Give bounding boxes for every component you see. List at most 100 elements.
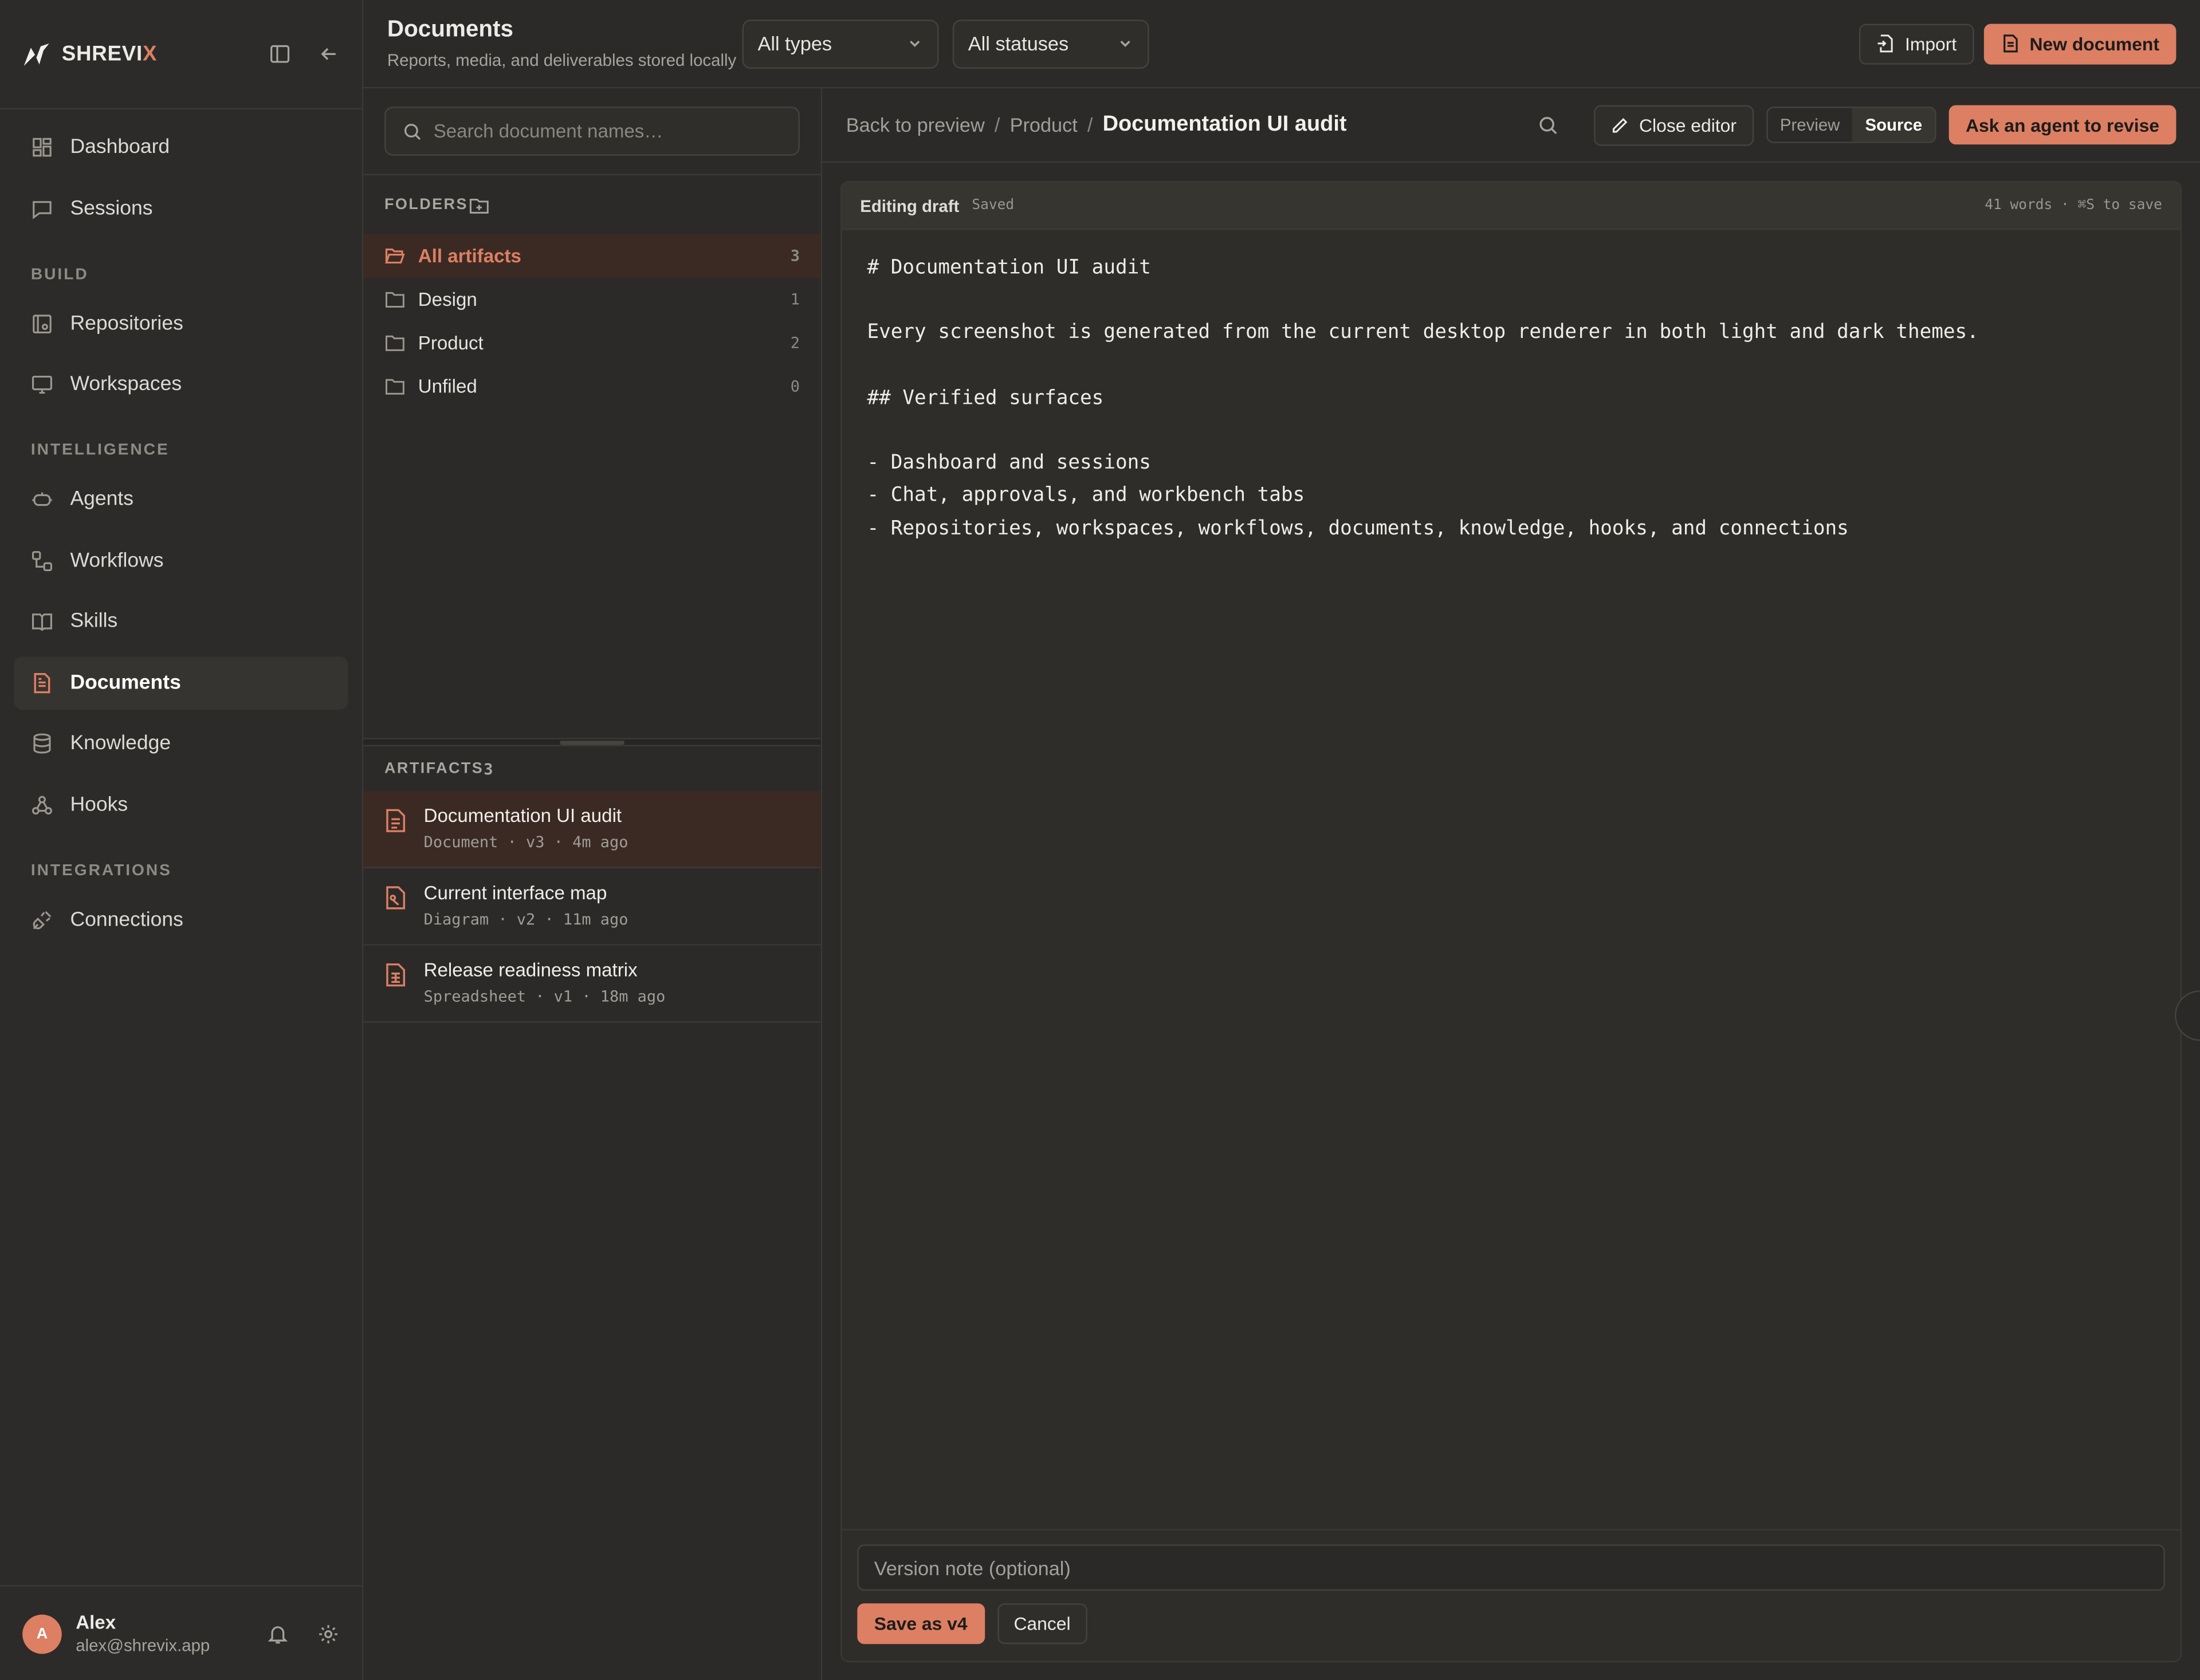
sidebar-item-skills[interactable]: Skills xyxy=(14,595,348,648)
new-document-button[interactable]: New document xyxy=(1983,23,2177,64)
artifacts-list: ARTIFACTS 3 Documentation UI audit Docum… xyxy=(363,746,821,1023)
folder-icon xyxy=(384,289,406,310)
section-integrations: INTEGRATIONS xyxy=(30,861,172,879)
app-window: SHREVIX Dashboard Sessions BUILD Reposit… xyxy=(0,0,2200,1680)
type-filter-select[interactable]: All types xyxy=(742,19,939,68)
sidebar-item-agents[interactable]: Agents xyxy=(14,473,348,526)
spreadsheet-icon xyxy=(384,962,407,987)
import-label: Import xyxy=(1904,33,1957,54)
save-status: Saved xyxy=(972,198,1015,214)
ask-agent-button[interactable]: Ask an agent to revise xyxy=(1948,105,2177,145)
new-document-label: New document xyxy=(2029,33,2160,54)
editor-footer: Save as v4 Cancel xyxy=(842,1529,2181,1661)
sidebar-item-knowledge[interactable]: Knowledge xyxy=(14,717,348,770)
bell-icon[interactable] xyxy=(266,1622,289,1644)
new-folder-icon[interactable] xyxy=(468,194,800,215)
ask-agent-label: Ask an agent to revise xyxy=(1966,114,2160,136)
folder-label: Product xyxy=(418,332,484,354)
cancel-button[interactable]: Cancel xyxy=(997,1603,1087,1644)
version-note-box[interactable] xyxy=(857,1544,2165,1591)
version-note-input[interactable] xyxy=(874,1556,2148,1579)
editor-state: Editing draft xyxy=(860,195,960,215)
avatar[interactable]: A xyxy=(22,1614,62,1654)
source-textarea[interactable]: # Documentation UI audit Every screensho… xyxy=(842,230,2180,568)
plug-icon xyxy=(31,908,53,931)
folder-unfiled[interactable]: Unfiled 0 xyxy=(363,365,820,408)
save-version-button[interactable]: Save as v4 xyxy=(857,1603,985,1644)
sidebar-item-label: Agents xyxy=(70,488,134,511)
artifacts-title: ARTIFACTS xyxy=(384,760,484,777)
sidebar-toggle-icon[interactable] xyxy=(269,44,290,65)
pencil-icon xyxy=(1611,116,1629,134)
artifact-meta: Document · v3 · 4m ago xyxy=(423,833,628,852)
library-panel: FOLDERS All artifacts 3 Design 1 Product xyxy=(363,88,823,1680)
close-editor-button[interactable]: Close editor xyxy=(1594,104,1754,145)
folder-open-icon xyxy=(384,246,406,267)
sidebar-item-label: Connections xyxy=(70,908,183,931)
artifact-release-readiness-matrix[interactable]: Release readiness matrix Spreadsheet · v… xyxy=(363,946,821,1023)
sidebar-item-label: Skills xyxy=(70,610,118,633)
artifact-current-interface-map[interactable]: Current interface map Diagram · v2 · 11m… xyxy=(363,868,821,946)
search-box[interactable] xyxy=(384,107,800,156)
search-icon[interactable] xyxy=(1538,115,1559,136)
type-filter-value: All types xyxy=(757,32,832,55)
breadcrumb-separator: / xyxy=(1087,113,1093,136)
folder-label: Unfiled xyxy=(418,376,477,398)
webhook-icon xyxy=(31,793,53,816)
artifact-meta: Diagram · v2 · 11m ago xyxy=(423,910,628,929)
brand-bar: SHREVIX xyxy=(0,0,362,110)
collapse-arrow-icon[interactable] xyxy=(319,44,340,65)
breadcrumb-back-link[interactable]: Back to preview xyxy=(846,113,985,136)
sidebar-item-repositories[interactable]: Repositories xyxy=(14,297,348,350)
sidebar-item-connections[interactable]: Connections xyxy=(14,893,348,946)
main-area: Documents Reports, media, and deliverabl… xyxy=(363,0,2200,1680)
sidebar-item-label: Hooks xyxy=(70,793,128,816)
folder-icon xyxy=(384,376,406,397)
source-editor: Editing draft Saved 41 words · ⌘S to sav… xyxy=(840,180,2182,1663)
workflow-icon xyxy=(31,549,53,572)
artifact-title: Documentation UI audit xyxy=(423,805,622,827)
page-subtitle: Reports, media, and deliverables stored … xyxy=(387,50,737,70)
logo-icon xyxy=(22,41,50,66)
sidebar-item-label: Workflows xyxy=(70,549,164,572)
section-intelligence: INTELLIGENCE xyxy=(30,442,170,459)
artifact-documentation-ui-audit[interactable]: Documentation UI audit Document · v3 · 4… xyxy=(363,791,821,868)
folder-label: Design xyxy=(418,289,477,310)
user-profile[interactable]: A Alex alex@shrevix.app xyxy=(0,1585,362,1680)
sidebar-item-label: Dashboard xyxy=(70,136,170,159)
folder-icon xyxy=(384,332,406,353)
artifact-title: Release readiness matrix xyxy=(423,959,638,981)
sidebar-item-label: Sessions xyxy=(70,197,153,220)
folder-all-artifacts[interactable]: All artifacts 3 xyxy=(363,234,821,278)
sidebar-item-sessions[interactable]: Sessions xyxy=(14,182,348,235)
import-button[interactable]: Import xyxy=(1859,23,1974,64)
breadcrumb-folder-link[interactable]: Product xyxy=(1010,113,1078,136)
search-icon xyxy=(403,121,422,141)
tab-preview[interactable]: Preview xyxy=(1767,108,1853,142)
view-toggle: Preview Source xyxy=(1766,107,1936,143)
search-input[interactable] xyxy=(433,120,782,142)
gear-icon[interactable] xyxy=(317,1622,339,1644)
folders-header: FOLDERS xyxy=(363,175,820,234)
status-filter-value: All statuses xyxy=(968,32,1069,55)
sidebar-item-hooks[interactable]: Hooks xyxy=(14,778,348,831)
document-icon xyxy=(31,671,53,694)
panel-resize-handle[interactable] xyxy=(363,738,821,746)
editor-toolbar: Back to preview / Product / Documentatio… xyxy=(822,88,2200,163)
sidebar-nav: Dashboard Sessions BUILD Repositories Wo… xyxy=(0,109,362,965)
sidebar-item-documents[interactable]: Documents xyxy=(14,655,348,709)
artifact-title: Current interface map xyxy=(423,882,607,904)
folder-design[interactable]: Design 1 xyxy=(363,278,820,321)
sidebar-item-workspaces[interactable]: Workspaces xyxy=(14,357,348,411)
tab-source[interactable]: Source xyxy=(1852,108,1935,142)
bot-icon xyxy=(31,488,53,510)
top-bar: Documents Reports, media, and deliverabl… xyxy=(363,0,2200,89)
folder-label: All artifacts xyxy=(418,245,521,267)
sidebar-item-workflows[interactable]: Workflows xyxy=(14,534,348,587)
user-name: Alex xyxy=(76,1611,116,1633)
sidebar-item-dashboard[interactable]: Dashboard xyxy=(14,121,348,174)
cancel-label: Cancel xyxy=(1013,1613,1071,1635)
folder-product[interactable]: Product 2 xyxy=(363,321,820,365)
status-filter-select[interactable]: All statuses xyxy=(952,19,1149,68)
chat-icon xyxy=(31,197,53,219)
